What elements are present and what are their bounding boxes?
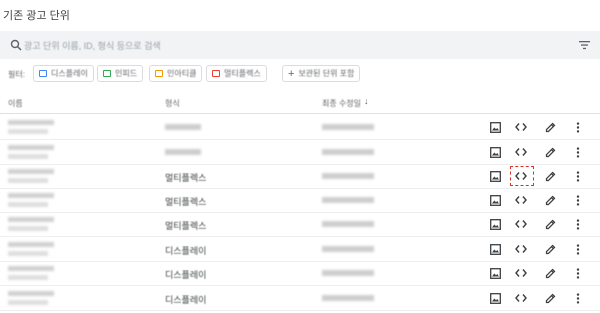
table-row[interactable] (0, 140, 600, 165)
col-modified[interactable]: 최종 수정일 (322, 98, 361, 109)
table-row[interactable]: 디스플레이 (0, 237, 600, 262)
row-id-redacted (8, 300, 48, 305)
more-vert-icon[interactable] (571, 266, 585, 280)
pencil-icon[interactable] (543, 242, 557, 256)
chip-multiplex[interactable]: 멀티플렉스 (206, 65, 267, 82)
table-row[interactable]: 멀티플렉스 (0, 164, 600, 189)
more-vert-icon[interactable] (571, 120, 585, 134)
code-icon[interactable] (514, 145, 528, 159)
search-bar[interactable]: 광고 단위 이름, ID, 형식 등으로 검색 (0, 31, 600, 59)
row-id-redacted (8, 226, 48, 231)
row-id-redacted (8, 154, 48, 159)
row-type: 멀티플렉스 (165, 197, 207, 207)
pencil-icon[interactable] (543, 291, 557, 305)
chip-display[interactable]: 디스플레이 (33, 65, 94, 82)
include-archived-button[interactable]: + 보관된 단위 포함 (282, 65, 361, 82)
row-name-redacted[interactable] (8, 217, 54, 222)
search-icon (10, 39, 22, 51)
col-type[interactable]: 형식 (165, 98, 180, 109)
filter-chips: 필터: 디스플레이 인피드 인아티클 멀티플렉스 + 보관된 단위 포함 (0, 64, 600, 84)
multiplex-swatch-icon (212, 70, 220, 77)
code-icon[interactable] (514, 120, 528, 134)
image-icon[interactable] (488, 242, 502, 256)
table-header: 이름 형식 최종 수정일 ↓ (0, 90, 600, 114)
more-vert-icon[interactable] (571, 193, 585, 207)
more-vert-icon[interactable] (571, 291, 585, 305)
filter-label: 필터: (8, 70, 25, 79)
row-name-redacted[interactable] (8, 266, 54, 271)
pencil-icon[interactable] (543, 217, 557, 231)
row-modified-redacted (322, 149, 374, 155)
row-modified-redacted (322, 173, 374, 179)
more-vert-icon[interactable] (571, 145, 585, 159)
page-title: 기존 광고 단위 (3, 10, 70, 22)
sort-arrow-down-icon[interactable]: ↓ (364, 96, 369, 106)
pencil-icon[interactable] (543, 145, 557, 159)
row-name-redacted[interactable] (8, 145, 54, 150)
row-modified-redacted (322, 124, 374, 130)
table-row[interactable]: 디스플레이 (0, 261, 600, 286)
image-icon[interactable] (488, 266, 502, 280)
pencil-icon[interactable] (543, 120, 557, 134)
row-id-redacted (8, 251, 48, 256)
row-type: 디스플레이 (165, 246, 207, 256)
image-icon[interactable] (488, 193, 502, 207)
more-vert-icon[interactable] (571, 242, 585, 256)
code-icon[interactable] (514, 291, 528, 305)
row-id-redacted (8, 129, 48, 134)
chip-infeed[interactable]: 인피드 (97, 65, 144, 82)
image-icon[interactable] (488, 145, 502, 159)
filter-list-icon[interactable] (579, 40, 590, 50)
row-modified-redacted (322, 197, 374, 203)
image-icon[interactable] (488, 120, 502, 134)
row-modified-redacted (322, 270, 374, 276)
code-icon[interactable] (514, 266, 528, 280)
row-id-redacted (8, 275, 48, 280)
pencil-icon[interactable] (543, 169, 557, 183)
row-type: 멀티플렉스 (165, 221, 207, 231)
row-modified-redacted (322, 295, 374, 301)
image-icon[interactable] (488, 217, 502, 231)
row-type: 디스플레이 (165, 295, 207, 305)
table-row[interactable]: 디스플레이 (0, 286, 600, 311)
row-type: 멀티플렉스 (165, 173, 207, 183)
row-id-redacted (8, 202, 48, 207)
table-row[interactable]: 멀티플렉스 (0, 188, 600, 213)
row-modified-redacted (322, 246, 374, 252)
chip-inarticle[interactable]: 인아티클 (149, 65, 203, 82)
row-type: 디스플레이 (165, 270, 207, 280)
row-type-redacted (165, 149, 201, 155)
image-icon[interactable] (488, 291, 502, 305)
row-name-redacted[interactable] (8, 169, 54, 174)
row-name-redacted[interactable] (8, 242, 54, 247)
image-icon[interactable] (488, 169, 502, 183)
display-swatch-icon (39, 70, 47, 77)
col-name[interactable]: 이름 (8, 98, 23, 109)
inarticle-swatch-icon (155, 70, 163, 77)
code-icon[interactable] (514, 193, 528, 207)
more-vert-icon[interactable] (571, 169, 585, 183)
search-input[interactable]: 광고 단위 이름, ID, 형식 등으로 검색 (24, 39, 161, 52)
row-name-redacted[interactable] (8, 120, 54, 125)
pencil-icon[interactable] (543, 266, 557, 280)
code-icon[interactable] (514, 242, 528, 256)
infeed-swatch-icon (103, 70, 111, 77)
table-row[interactable]: 멀티플렉스 (0, 212, 600, 237)
row-id-redacted (8, 178, 48, 183)
table-row[interactable] (0, 115, 600, 140)
code-icon[interactable] (514, 217, 528, 231)
row-modified-redacted (322, 221, 374, 227)
row-name-redacted[interactable] (8, 193, 54, 198)
row-type-redacted (165, 124, 201, 130)
more-vert-icon[interactable] (571, 217, 585, 231)
plus-icon: + (288, 67, 295, 80)
pencil-icon[interactable] (543, 193, 557, 207)
code-icon[interactable] (514, 169, 528, 183)
row-name-redacted[interactable] (8, 291, 54, 296)
